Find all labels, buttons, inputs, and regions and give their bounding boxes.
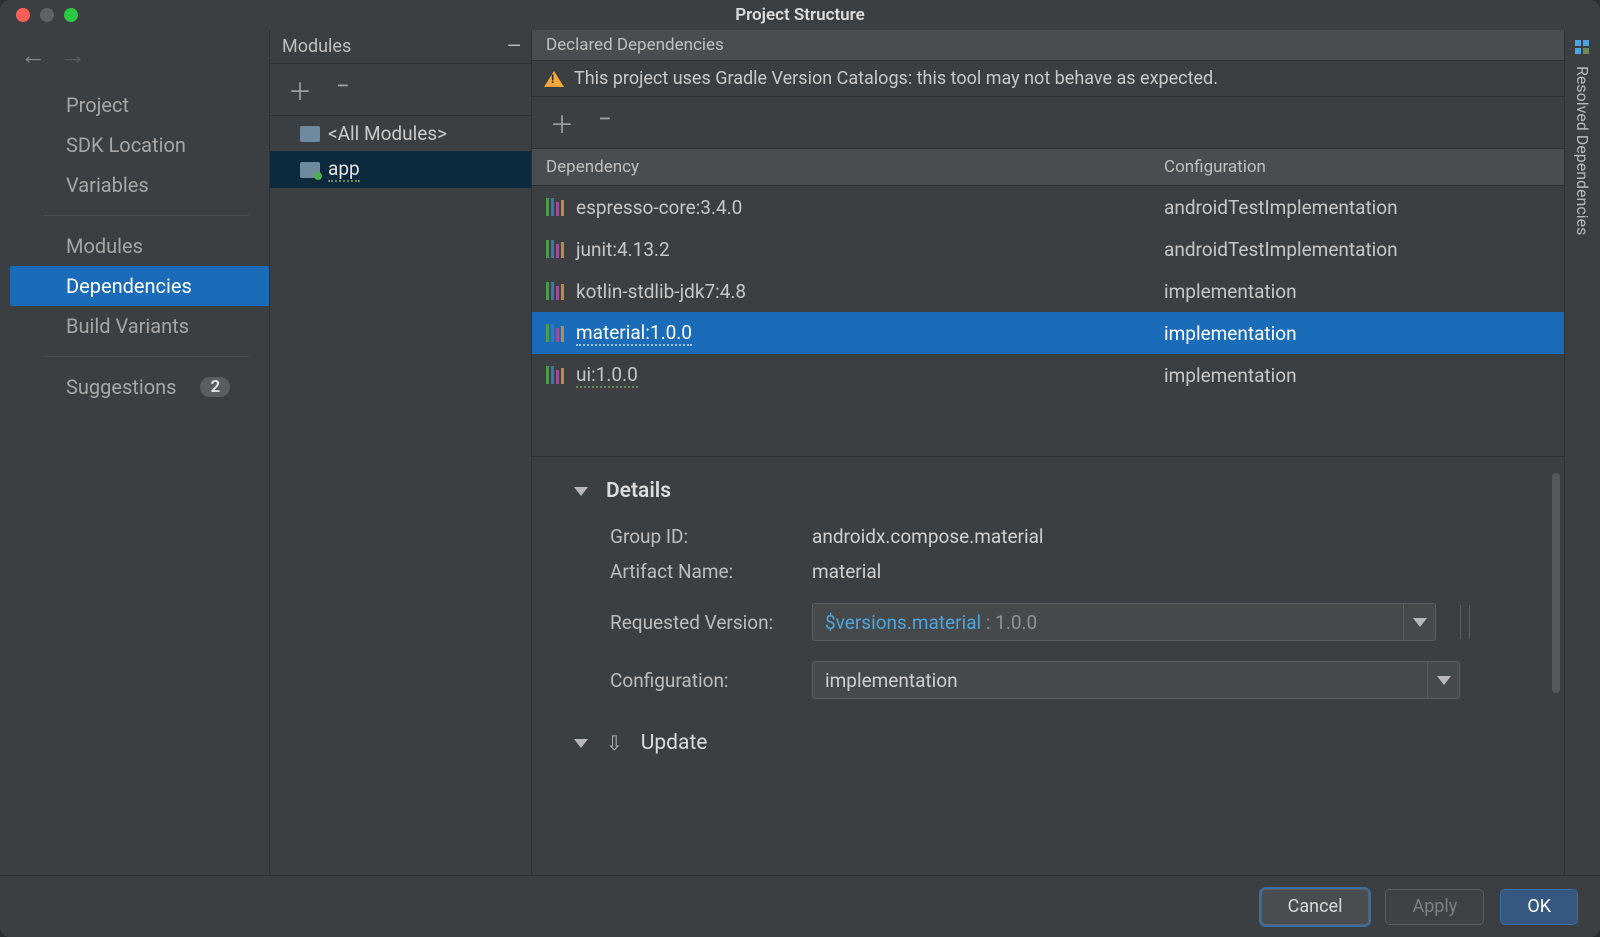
nav-back-icon[interactable]: ← bbox=[20, 40, 46, 71]
dep-name: material:1.0.0 bbox=[576, 321, 692, 346]
dep-conf: implementation bbox=[1150, 322, 1564, 345]
table-row[interactable]: material:1.0.0 implementation bbox=[532, 312, 1564, 354]
requested-version-combo[interactable]: $versions.material : 1.0.0 bbox=[812, 603, 1436, 641]
chevron-down-icon bbox=[1413, 618, 1427, 627]
update-title: Update bbox=[641, 731, 708, 755]
dep-conf: implementation bbox=[1150, 280, 1564, 303]
module-label: app bbox=[328, 157, 360, 182]
configuration-combo[interactable]: implementation bbox=[812, 661, 1460, 699]
folder-icon bbox=[300, 126, 320, 142]
sidebar-separator bbox=[44, 356, 249, 357]
library-icon bbox=[546, 240, 564, 258]
window-controls bbox=[16, 8, 78, 22]
minimize-window-icon[interactable] bbox=[40, 8, 54, 22]
resolved-icon bbox=[1575, 40, 1591, 56]
dropdown-button[interactable] bbox=[1403, 604, 1435, 640]
dep-conf: androidTestImplementation bbox=[1150, 238, 1564, 261]
table-row[interactable]: kotlin-stdlib-jdk7:4.8 implementation bbox=[532, 270, 1564, 312]
dep-conf: implementation bbox=[1150, 364, 1564, 387]
sidebar-item-dependencies[interactable]: Dependencies bbox=[10, 266, 269, 306]
dep-name: kotlin-stdlib-jdk7:4.8 bbox=[576, 280, 746, 303]
sidebar-item-project[interactable]: Project bbox=[10, 85, 269, 125]
drag-handle-icon[interactable] bbox=[1460, 605, 1470, 639]
scrollbar-thumb[interactable] bbox=[1552, 473, 1560, 693]
requested-version-value: $versions.material : 1.0.0 bbox=[813, 611, 1403, 634]
add-dependency-button[interactable]: ＋ bbox=[550, 105, 574, 140]
artifact-name-label: Artifact Name: bbox=[610, 560, 802, 583]
chevron-down-icon[interactable] bbox=[574, 739, 588, 748]
sidebar-item-sdk-location[interactable]: SDK Location bbox=[10, 125, 269, 165]
library-icon bbox=[546, 324, 564, 342]
suggestions-badge: 2 bbox=[200, 377, 230, 397]
declared-header: Declared Dependencies bbox=[532, 30, 1564, 61]
add-module-button[interactable]: ＋ bbox=[288, 72, 312, 107]
ok-button[interactable]: OK bbox=[1500, 889, 1578, 925]
download-icon: ⇩ bbox=[606, 731, 623, 755]
remove-dependency-button[interactable]: − bbox=[598, 105, 612, 140]
artifact-name-value: material bbox=[812, 560, 881, 583]
chevron-down-icon bbox=[1437, 676, 1451, 685]
resolved-deps-label: Resolved Dependencies bbox=[1573, 66, 1592, 235]
collapse-icon[interactable]: — bbox=[507, 36, 519, 57]
warning-icon bbox=[544, 71, 564, 87]
module-row-all[interactable]: <All Modules> bbox=[270, 116, 531, 151]
close-window-icon[interactable] bbox=[16, 8, 30, 22]
module-label: <All Modules> bbox=[328, 122, 447, 145]
column-dependency[interactable]: Dependency bbox=[532, 149, 1150, 185]
remove-module-button[interactable]: − bbox=[336, 72, 350, 107]
nav-forward-icon[interactable]: → bbox=[60, 40, 86, 71]
library-icon bbox=[546, 366, 564, 384]
main-panel: Declared Dependencies This project uses … bbox=[532, 30, 1564, 875]
library-icon bbox=[546, 282, 564, 300]
folder-icon bbox=[300, 162, 320, 178]
chevron-down-icon[interactable] bbox=[574, 487, 588, 496]
table-row[interactable]: ui:1.0.0 implementation bbox=[532, 354, 1564, 396]
dialog-footer: Cancel Apply OK bbox=[0, 875, 1600, 937]
cancel-button[interactable]: Cancel bbox=[1261, 889, 1370, 925]
sidebar-item-modules[interactable]: Modules bbox=[10, 226, 269, 266]
table-row[interactable]: espresso-core:3.4.0 androidTestImplement… bbox=[532, 186, 1564, 228]
maximize-window-icon[interactable] bbox=[64, 8, 78, 22]
group-id-label: Group ID: bbox=[610, 525, 802, 548]
nav-sidebar: ← → Project SDK Location Variables Modul… bbox=[0, 30, 270, 875]
apply-button[interactable]: Apply bbox=[1385, 889, 1484, 925]
column-configuration[interactable]: Configuration bbox=[1150, 149, 1564, 185]
group-id-value: androidx.compose.material bbox=[812, 525, 1044, 548]
dep-name: ui:1.0.0 bbox=[576, 363, 638, 388]
modules-header: Modules — bbox=[270, 30, 531, 64]
configuration-label: Configuration: bbox=[610, 669, 802, 692]
dependency-table-header: Dependency Configuration bbox=[532, 149, 1564, 186]
details-title: Details bbox=[606, 479, 671, 503]
table-row[interactable]: junit:4.13.2 androidTestImplementation bbox=[532, 228, 1564, 270]
titlebar: Project Structure bbox=[0, 0, 1600, 30]
module-row-app[interactable]: app bbox=[270, 151, 531, 188]
sidebar-item-label: Suggestions bbox=[66, 375, 176, 399]
sidebar-separator bbox=[44, 215, 249, 216]
sidebar-item-variables[interactable]: Variables bbox=[10, 165, 269, 205]
modules-header-label: Modules bbox=[282, 36, 351, 57]
warning-text: This project uses Gradle Version Catalog… bbox=[574, 68, 1218, 89]
modules-panel: Modules — ＋ − <All Modules> app bbox=[270, 30, 532, 875]
sidebar-item-suggestions[interactable]: Suggestions 2 bbox=[10, 367, 269, 407]
configuration-value: implementation bbox=[813, 669, 1427, 692]
window-title: Project Structure bbox=[735, 5, 865, 25]
dependency-table: espresso-core:3.4.0 androidTestImplement… bbox=[532, 186, 1564, 456]
requested-version-label: Requested Version: bbox=[610, 611, 802, 634]
dependency-toolbar: ＋ − bbox=[532, 97, 1564, 149]
warning-banner: This project uses Gradle Version Catalog… bbox=[532, 61, 1564, 97]
dropdown-button[interactable] bbox=[1427, 662, 1459, 698]
resolved-deps-tab[interactable]: Resolved Dependencies bbox=[1564, 30, 1600, 875]
details-panel: Details Group ID: androidx.compose.mater… bbox=[532, 456, 1564, 875]
dep-name: junit:4.13.2 bbox=[576, 238, 670, 261]
dep-name: espresso-core:3.4.0 bbox=[576, 196, 742, 219]
dep-conf: androidTestImplementation bbox=[1150, 196, 1564, 219]
project-structure-dialog: Project Structure ← → Project SDK Locati… bbox=[0, 0, 1600, 937]
library-icon bbox=[546, 198, 564, 216]
sidebar-item-build-variants[interactable]: Build Variants bbox=[10, 306, 269, 346]
